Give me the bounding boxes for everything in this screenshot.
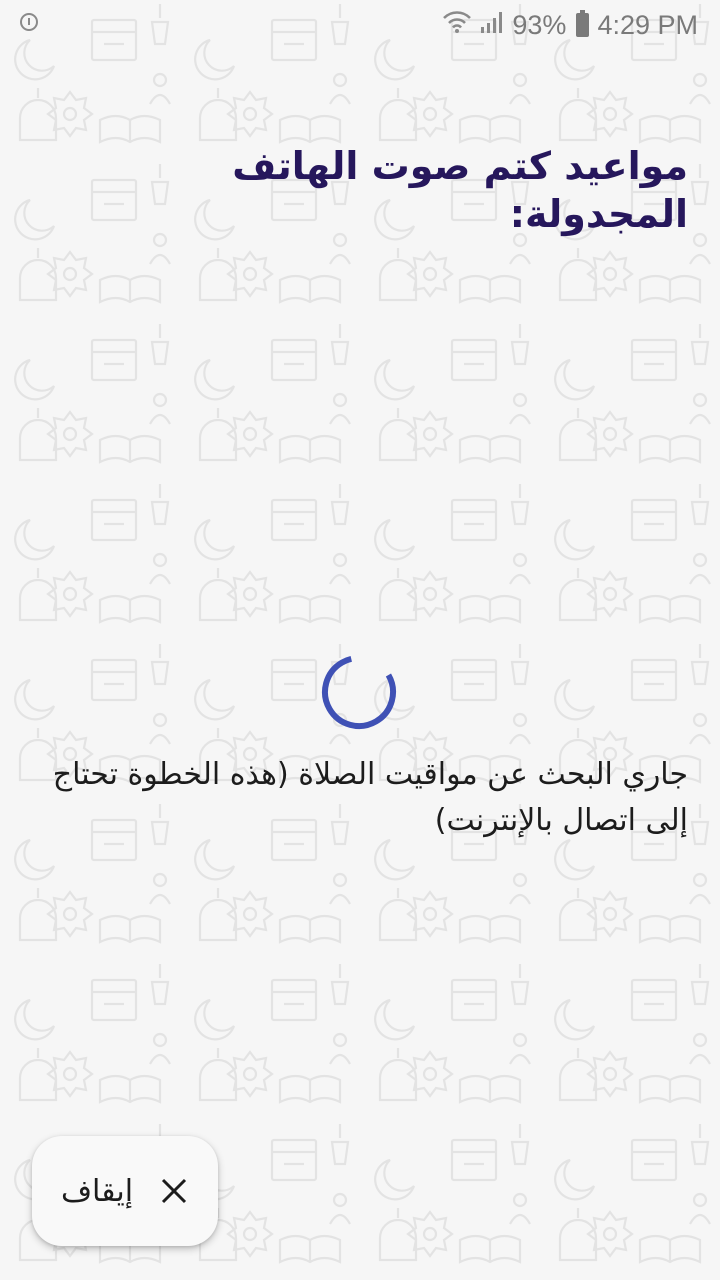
- signal-icon: [480, 10, 504, 41]
- status-bar: 93% 4:29 PM: [0, 0, 720, 50]
- wifi-icon: [442, 10, 472, 41]
- page-title: مواعيد كتم صوت الهاتف المجدولة:: [232, 144, 688, 236]
- close-icon: [159, 1176, 189, 1206]
- battery-percent: 93%: [512, 9, 567, 40]
- stop-button-label: إيقاف: [60, 1173, 134, 1209]
- battery-icon: [576, 10, 590, 37]
- loading-message: جاري البحث عن مواقيت الصلاة (هذه الخطوة …: [52, 757, 688, 838]
- alert-icon: [20, 13, 38, 31]
- status-time: 4:29 PM: [597, 9, 698, 40]
- loading-spinner: [322, 655, 396, 729]
- status-right-group: 93% 4:29 PM: [442, 8, 698, 42]
- stop-button[interactable]: إيقاف: [32, 1136, 218, 1246]
